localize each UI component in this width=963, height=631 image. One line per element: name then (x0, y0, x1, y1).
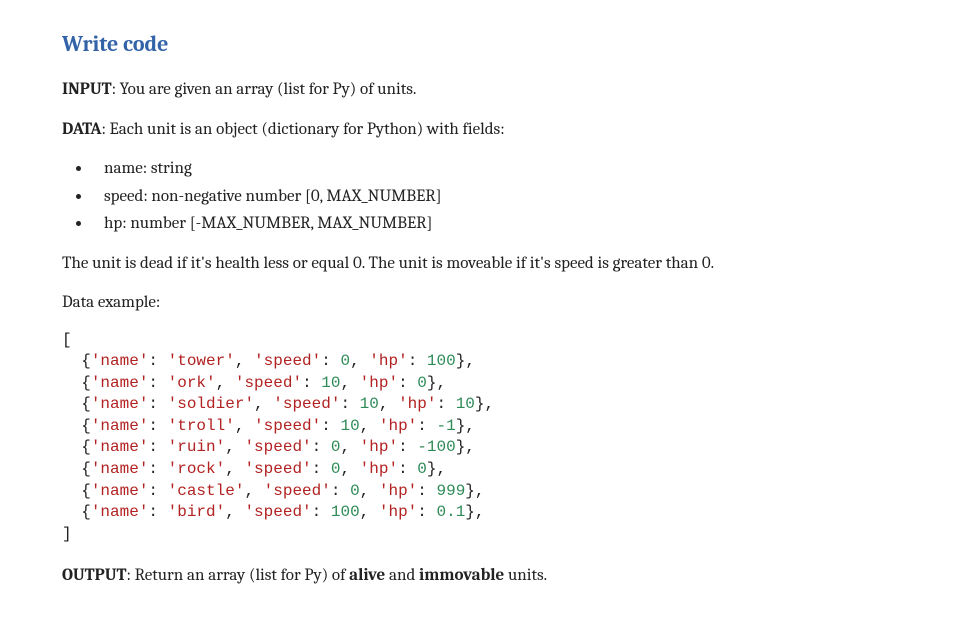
code-example: [ {'name': 'tower', 'speed': 0, 'hp': 10… (62, 330, 901, 546)
list-item: name: string (92, 156, 901, 182)
output-prefix: OUTPUT (62, 566, 127, 585)
output-bold-alive: alive (349, 566, 385, 585)
input-text: : You are given an array (list for Py) o… (112, 80, 417, 99)
input-prefix: INPUT (62, 80, 112, 99)
rules-text: The unit is dead if it's health less or … (62, 251, 901, 277)
data-prefix: DATA (62, 120, 102, 139)
page-title: Write code (62, 28, 901, 61)
output-mid: and (385, 566, 419, 585)
data-text: : Each unit is an object (dictionary for… (102, 120, 505, 139)
input-section: INPUT: You are given an array (list for … (62, 77, 901, 103)
fields-list: name: string speed: non-negative number … (84, 156, 901, 237)
output-after: units. (504, 566, 547, 585)
list-item: hp: number [-MAX_NUMBER, MAX_NUMBER] (92, 211, 901, 237)
output-bold-immovable: immovable (419, 566, 504, 585)
output-before: : Return an array (list for Py) of (127, 566, 350, 585)
output-section: OUTPUT: Return an array (list for Py) of… (62, 563, 901, 589)
data-section: DATA: Each unit is an object (dictionary… (62, 117, 901, 143)
list-item: speed: non-negative number [0, MAX_NUMBE… (92, 184, 901, 210)
data-example-label: Data example: (62, 290, 901, 316)
